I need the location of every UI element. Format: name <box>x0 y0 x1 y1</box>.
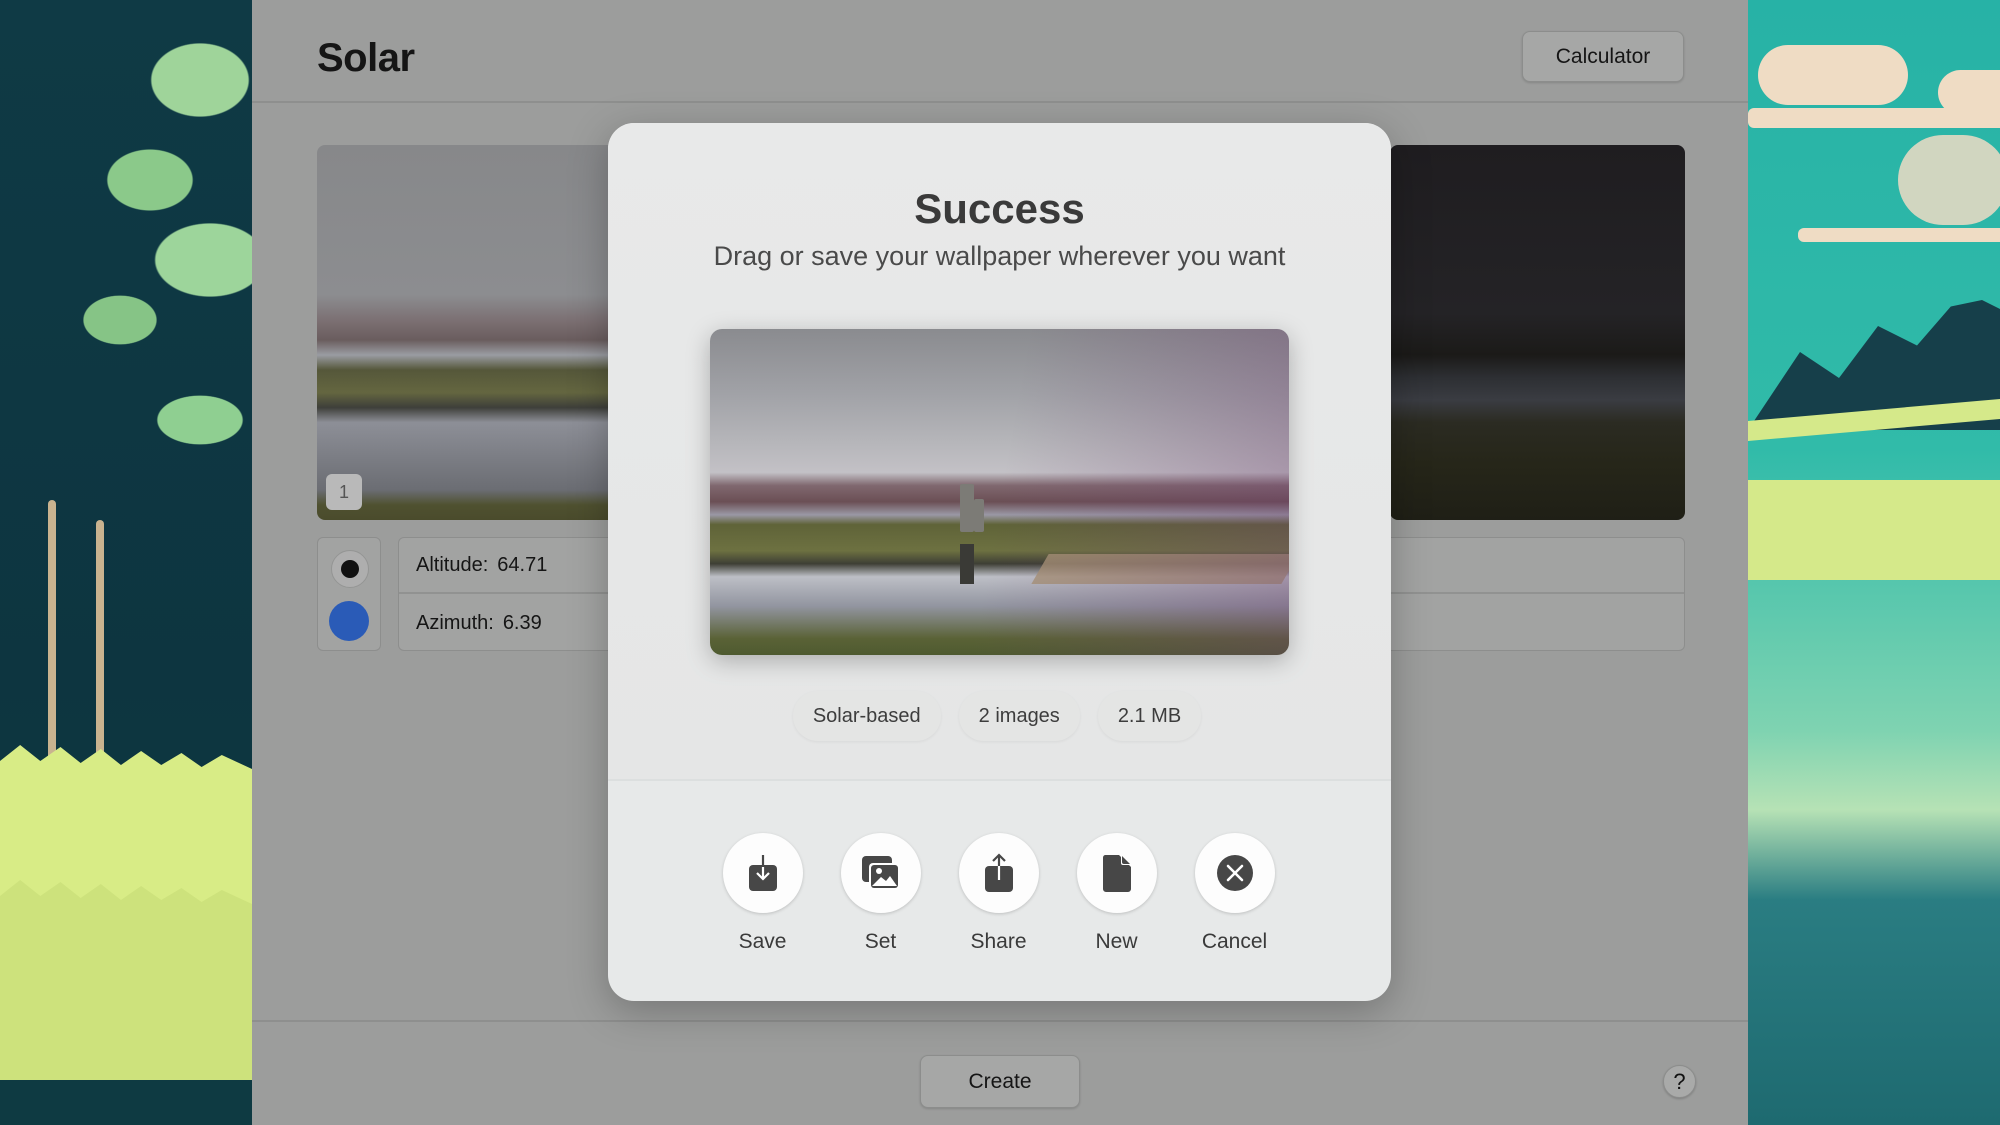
wallpaper-cloud <box>1898 135 2000 225</box>
set-wallpaper-photos-icon <box>861 856 900 890</box>
altitude-label: Altitude: <box>416 553 489 576</box>
save-download-icon <box>748 855 777 891</box>
preview-tint <box>710 329 1289 655</box>
set-button-circle[interactable] <box>840 833 921 913</box>
new-button-circle[interactable] <box>1076 833 1157 913</box>
wallpaper-thumbnail-light[interactable]: 1 <box>317 145 617 520</box>
app-footer: Create ? <box>252 1020 1748 1125</box>
azimuth-value: 6.39 <box>502 611 542 634</box>
new-button[interactable]: New <box>1076 833 1157 954</box>
wallpaper-cloud <box>1748 108 2000 128</box>
set-wallpaper-button[interactable]: Set <box>840 833 921 954</box>
share-icon <box>984 853 1013 892</box>
page-title: Solar <box>317 36 415 80</box>
save-button[interactable]: Save <box>722 833 803 954</box>
wallpaper-grass <box>1748 480 2000 580</box>
altitude-value: 64.71 <box>497 553 548 576</box>
cancel-label: Cancel <box>1201 930 1268 953</box>
azimuth-label: Azimuth: <box>416 611 494 634</box>
wallpaper-cloud <box>1798 228 2000 242</box>
wallpaper-cloud <box>1758 45 1908 105</box>
swatch-black-radio[interactable] <box>331 550 369 588</box>
save-button-circle[interactable] <box>722 833 803 913</box>
thumbnail-index-badge: 1 <box>326 474 362 510</box>
calculator-button[interactable]: Calculator <box>1522 31 1684 82</box>
cancel-button-circle[interactable] <box>1194 833 1275 913</box>
appearance-swatch-group <box>317 537 381 651</box>
tag-image-count: 2 images <box>958 691 1080 741</box>
tag-file-size: 2.1 MB <box>1097 691 1202 741</box>
new-document-icon <box>1102 855 1131 892</box>
cancel-button[interactable]: Cancel <box>1194 833 1275 954</box>
create-button[interactable]: Create <box>920 1055 1080 1108</box>
wallpaper-preview-draggable[interactable] <box>710 329 1289 655</box>
share-button[interactable]: Share <box>958 833 1039 954</box>
desktop-wallpaper-right <box>1748 0 2000 1125</box>
wallpaper-info-tags: Solar-based 2 images 2.1 MB <box>608 691 1391 741</box>
share-button-circle[interactable] <box>958 833 1039 913</box>
dialog-actions: Save Set Share New Cancel <box>608 833 1391 954</box>
wallpaper-grass <box>0 880 252 1080</box>
swatch-blue-radio[interactable] <box>329 601 369 641</box>
wallpaper-thumbnail-dark[interactable] <box>1390 145 1685 520</box>
wallpaper-tree-trunk <box>96 520 104 760</box>
save-label: Save <box>738 930 787 953</box>
help-button[interactable]: ? <box>1663 1065 1696 1098</box>
wallpaper-tree-trunk <box>48 500 56 760</box>
set-label: Set <box>864 930 897 953</box>
share-label: Share <box>970 930 1027 953</box>
tag-type: Solar-based <box>792 691 941 741</box>
app-header: Solar Calculator <box>252 0 1748 103</box>
success-dialog: Success Drag or save your wallpaper wher… <box>608 123 1391 1001</box>
desktop-wallpaper-left <box>0 0 252 1125</box>
dialog-title: Success <box>914 185 1085 232</box>
dialog-subtitle: Drag or save your wallpaper wherever you… <box>713 241 1286 271</box>
cancel-x-circle-icon <box>1216 855 1253 891</box>
dialog-content: Success Drag or save your wallpaper wher… <box>608 123 1391 781</box>
new-label: New <box>1095 930 1138 953</box>
